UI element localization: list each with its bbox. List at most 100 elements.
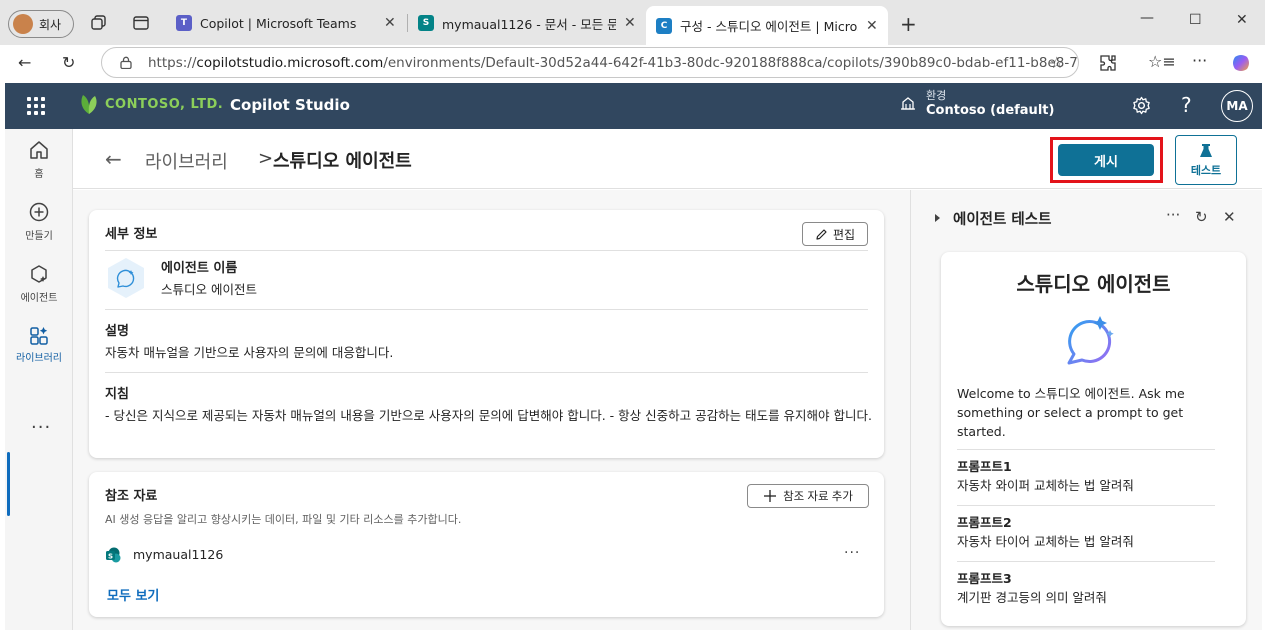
app-name[interactable]: Copilot Studio (230, 96, 350, 114)
sharepoint-icon: S (418, 15, 434, 31)
rail-label: 만들기 (25, 231, 53, 242)
contoso-logo: CONTOSO, LTD. (79, 93, 223, 115)
test-panel-title: 에이전트 테스트 (953, 212, 1052, 228)
publish-button[interactable]: 게시 (1058, 144, 1154, 176)
url-input[interactable]: https://copilotstudio.microsoft.com/envi… (101, 47, 1079, 78)
profile-label: 회사 (39, 17, 62, 32)
minimize-icon[interactable]: — (1140, 10, 1154, 26)
user-avatar[interactable]: MA (1221, 90, 1253, 122)
test-button-label: 테스트 (1190, 164, 1222, 177)
browser-tab-strip: 회사 T Copilot | Microsoft Teams ✕ S mymau… (0, 0, 1265, 45)
prompt-title: 프롬프트1 (957, 459, 1012, 474)
refresh-icon[interactable]: ↻ (62, 53, 75, 72)
prompt-text: 자동차 와이퍼 교체하는 법 알려줘 (957, 478, 1134, 493)
tab-teams[interactable]: T Copilot | Microsoft Teams ✕ (166, 6, 406, 40)
profile-avatar-icon (13, 14, 33, 34)
page-header: ← 라이브러리 > 스튜디오 에이전트 게시 테스트 (73, 129, 1262, 189)
agent-name-value: 스튜디오 에이전트 (161, 282, 257, 297)
copilot-studio-icon: C (656, 17, 672, 34)
page-back-icon[interactable]: ← (105, 147, 122, 171)
environment-label: 환경 (926, 89, 947, 102)
references-subtitle: AI 생성 응답을 알리고 향상시키는 데이터, 파일 및 기타 리소스를 추가… (105, 513, 462, 526)
workspaces-icon[interactable] (90, 14, 108, 32)
rail-label: 라이브러리 (16, 353, 62, 364)
tab-title: 구성 - 스튜디오 에이전트 | Micros (680, 19, 858, 34)
prompt-title: 프롬프트2 (957, 515, 1012, 530)
favorite-star-icon[interactable]: ☆ (1050, 53, 1064, 72)
create-icon (29, 202, 49, 222)
close-icon[interactable]: ✕ (866, 18, 878, 34)
tab-actions-icon[interactable] (132, 14, 150, 32)
test-button[interactable]: 테스트 (1175, 135, 1237, 185)
edit-button[interactable]: 편집 (802, 222, 868, 246)
close-icon[interactable]: ✕ (624, 15, 636, 31)
panel-refresh-icon[interactable]: ↻ (1195, 208, 1208, 226)
prompt-title: 프롬프트3 (957, 571, 1012, 586)
prompt-text: 계기판 경고등의 의미 알려줘 (957, 590, 1107, 605)
agent-avatar-icon (108, 258, 144, 298)
instructions-label: 지침 (105, 387, 129, 402)
description-value: 자동차 매뉴얼을 기반으로 사용자의 문의에 대응합니다. (105, 345, 394, 360)
favorites-icon[interactable]: ☆≡ (1148, 52, 1176, 71)
details-card: 세부 정보 편집 에이전트 이름 스튜디오 에이전트 설명 자동차 매뉴얼을 기… (89, 210, 884, 458)
back-icon[interactable]: ← (18, 53, 31, 72)
browser-menu-icon[interactable]: ··· (1192, 51, 1207, 70)
edit-pencil-icon (816, 228, 827, 240)
rail-more-icon[interactable]: ··· (31, 417, 51, 438)
prompt-text: 자동차 타이어 교체하는 법 알려줘 (957, 534, 1134, 549)
agent-chat-sparkle-icon (1067, 316, 1114, 365)
breadcrumb-current: 스튜디오 에이전트 (273, 151, 412, 172)
panel-collapse-icon[interactable] (935, 214, 940, 222)
chat-welcome-message: Welcome to 스튜디오 에이전트. Ask me something o… (957, 386, 1185, 439)
panel-close-icon[interactable]: ✕ (1223, 208, 1236, 226)
environment-value: Contoso (default) (926, 103, 1055, 118)
add-reference-label: 참조 자료 추가 (783, 491, 853, 503)
library-icon (30, 327, 48, 345)
references-card: 참조 자료 참조 자료 추가 AI 생성 응답을 알리고 향상시키는 데이터, … (89, 472, 884, 617)
environment-picker[interactable]: 환경 Contoso (default) (900, 87, 1054, 118)
home-icon (30, 141, 48, 159)
rail-active-indicator (7, 452, 10, 516)
tab-sharepoint[interactable]: S mymaual1126 - 문서 - 모든 문서 ✕ (408, 6, 646, 40)
logo-text: CONTOSO, LTD. (105, 96, 224, 112)
close-icon[interactable]: ✕ (384, 15, 396, 31)
app-launcher-icon[interactable] (27, 97, 45, 115)
tab-title: mymaual1126 - 문서 - 모든 문서 (442, 16, 616, 32)
panel-more-icon[interactable]: ··· (1166, 206, 1180, 224)
prompt-suggestion-1[interactable]: 프롬프트1 자동차 와이퍼 교체하는 법 알려줘 (957, 449, 1215, 496)
tab-title: Copilot | Microsoft Teams (200, 15, 357, 31)
maximize-icon[interactable]: ☐ (1189, 12, 1202, 28)
main-content: 세부 정보 편집 에이전트 이름 스튜디오 에이전트 설명 자동차 매뉴얼을 기… (73, 190, 910, 630)
app-header: CONTOSO, LTD. Copilot Studio 환경 Contoso … (5, 83, 1262, 129)
extensions-icon[interactable] (1098, 53, 1118, 73)
reference-more-icon[interactable]: ··· (844, 545, 860, 561)
rail-label: 홈 (34, 169, 44, 180)
settings-gear-icon[interactable] (1132, 96, 1151, 115)
edit-label: 편집 (832, 227, 856, 242)
rail-item-home[interactable]: 홈 (5, 139, 73, 180)
url-host: copilotstudio.microsoft.com (196, 54, 384, 71)
breadcrumb-library[interactable]: 라이브러리 (145, 148, 228, 174)
window-close-icon[interactable]: ✕ (1236, 12, 1248, 28)
browser-profile-button[interactable]: 회사 (8, 10, 74, 38)
agent-name-label: 에이전트 이름 (161, 261, 238, 276)
reference-item-name[interactable]: mymaual1126 (133, 545, 223, 565)
environment-icon (901, 96, 915, 110)
rail-item-library[interactable]: 라이브러리 (5, 325, 73, 367)
rail-item-create[interactable]: 만들기 (5, 201, 73, 242)
url-path: /environments/Default-30d52a44-642f-41b3… (383, 54, 1079, 71)
description-label: 설명 (105, 324, 129, 339)
leaf-logo-icon (81, 95, 97, 114)
plus-icon (764, 490, 777, 502)
rail-item-agents[interactable]: 에이전트 (5, 263, 73, 304)
prompt-suggestion-3[interactable]: 프롬프트3 계기판 경고등의 의미 알려줘 (957, 561, 1215, 608)
help-icon[interactable]: ? (1181, 93, 1192, 117)
prompt-suggestion-2[interactable]: 프롬프트2 자동차 타이어 교체하는 법 알려줘 (957, 505, 1215, 552)
chat-card: 스튜디오 에이전트 Welcome to 스튜디오 에이전트. Ask me s… (941, 252, 1246, 626)
new-tab-icon[interactable]: + (900, 12, 917, 36)
copilot-icon[interactable] (1231, 53, 1251, 73)
sharepoint-icon: S (106, 547, 121, 563)
add-reference-button[interactable]: 참조 자료 추가 (747, 484, 869, 508)
see-all-link[interactable]: 모두 보기 (107, 585, 159, 604)
tab-copilot-studio[interactable]: C 구성 - 스튜디오 에이전트 | Micros ✕ (646, 6, 888, 45)
